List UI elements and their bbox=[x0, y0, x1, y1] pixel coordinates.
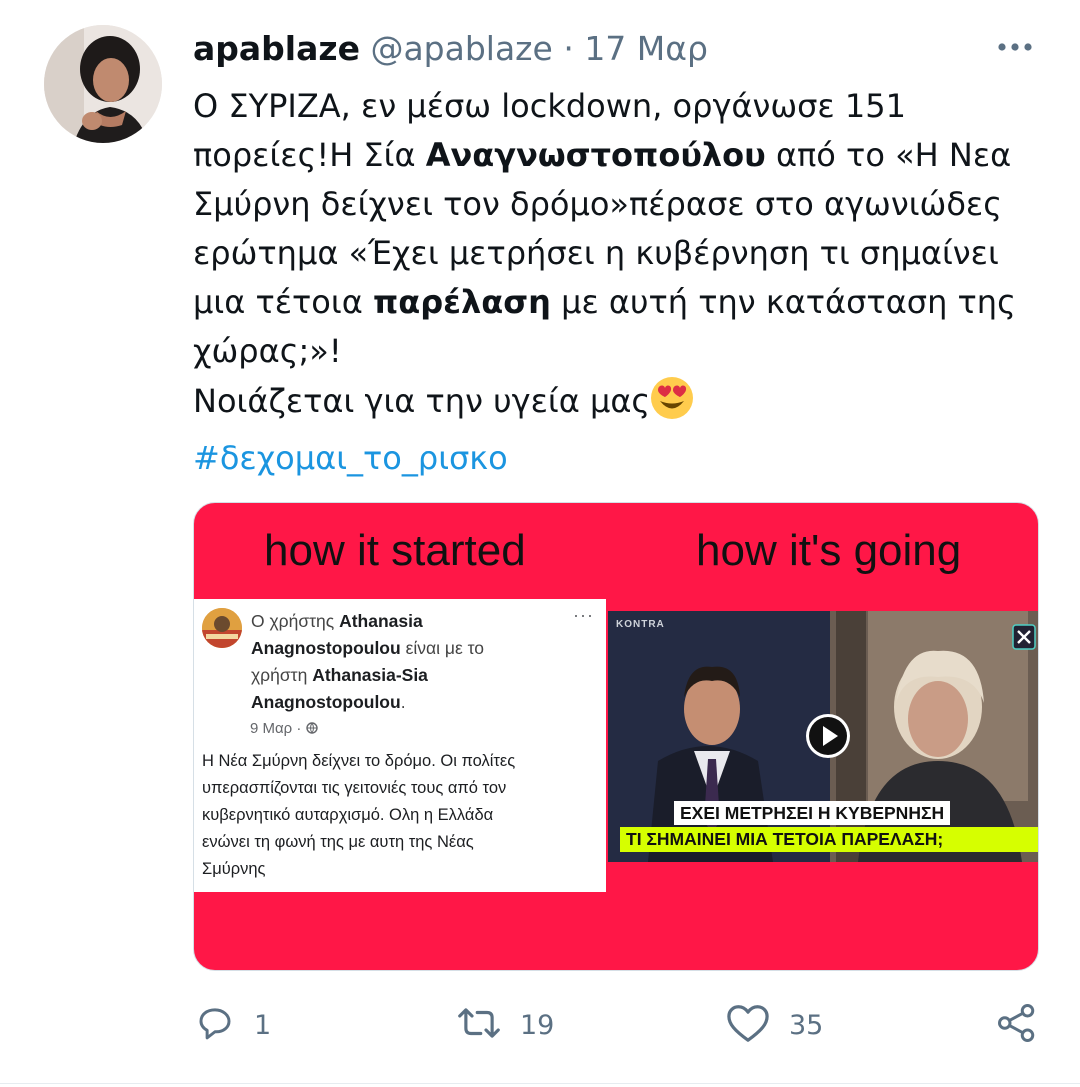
heart-eyes-emoji-icon bbox=[650, 376, 694, 434]
reply-count: 1 bbox=[254, 1009, 272, 1041]
chyron-line-2: ΤΙ ΣΗΜΑΙΝΕΙ ΜΙΑ ΤΕΤΟΙΑ ΠΑΡΕΛΑΣΗ; bbox=[620, 827, 1038, 852]
user-handle[interactable]: @apablaze bbox=[370, 29, 552, 68]
media-card[interactable]: how it started how it's going Ο χρήστης … bbox=[193, 502, 1039, 971]
caption-right: how it's going bbox=[696, 526, 962, 575]
display-name[interactable]: apablaze bbox=[193, 29, 360, 68]
reply-icon bbox=[194, 1002, 236, 1048]
avatar-photo bbox=[44, 25, 162, 143]
avatar[interactable] bbox=[44, 25, 162, 143]
like-count: 35 bbox=[789, 1009, 824, 1041]
share-icon bbox=[996, 1002, 1038, 1048]
share-button[interactable] bbox=[996, 1000, 1038, 1050]
tweet-text-line: Ο ΣΥΡΙΖΑ, εν μέσω lockdown, οργάνωσε 151 bbox=[193, 87, 906, 125]
globe-icon bbox=[305, 720, 318, 737]
tweet: apablaze @apablaze · 17 Μαρ Ο ΣΥΡΙΖΑ, εν… bbox=[0, 0, 1080, 1087]
close-icon[interactable] bbox=[1012, 624, 1036, 650]
channel-logo: KONTRA bbox=[616, 619, 665, 630]
tweet-text-line: πορείες!Η Σία Αναγνωστοπούλου από το «Η … bbox=[193, 136, 1012, 174]
retweet-icon bbox=[456, 1002, 502, 1048]
tweet-text-line: ερώτημα «Έχει μετρήσει η κυβέρνηση τι ση… bbox=[193, 234, 999, 272]
hashtag-link[interactable]: #δεχομαι_το_ρισκο bbox=[193, 434, 1043, 483]
bold-name: Αναγνωστοπούλου bbox=[425, 136, 766, 174]
video-still[interactable]: KONTRA ΕΧΕΙ ΜΕΤΡΗΣΕΙ Η ΚΥΒΕΡΝΗΣΗ ΤΙ ΣΗΜΑ… bbox=[608, 611, 1038, 862]
caption-left: how it started bbox=[264, 526, 526, 575]
tweet-text-line: Σμύρνη δείχνει τον δρόμο»πέρασε στο αγων… bbox=[193, 185, 1002, 223]
tweet-text-line: Νοιάζεται για την υγεία μας bbox=[193, 376, 1043, 434]
tweet-date[interactable]: 17 Μαρ bbox=[584, 29, 708, 68]
chyron-line-1: ΕΧΕΙ ΜΕΤΡΗΣΕΙ Η ΚΥΒΕΡΝΗΣΗ bbox=[674, 801, 951, 825]
facebook-post-screenshot: Ο χρήστης Athanasia Anagnostopoulou είνα… bbox=[194, 599, 606, 892]
tweet-text: Ο ΣΥΡΙΖΑ, εν μέσω lockdown, οργάνωσε 151… bbox=[193, 82, 1043, 483]
play-button-icon[interactable] bbox=[805, 713, 851, 759]
more-icon[interactable] bbox=[996, 32, 1036, 62]
separator-dot: · bbox=[563, 29, 574, 68]
divider bbox=[0, 1083, 1080, 1084]
fb-more-icon: ··· bbox=[573, 605, 594, 625]
tweet-text-line: χώρας;»! bbox=[193, 332, 342, 370]
tweet-header: apablaze @apablaze · 17 Μαρ bbox=[193, 26, 708, 72]
fb-header: Ο χρήστης Athanasia Anagnostopoulou είνα… bbox=[251, 611, 485, 712]
retweet-button[interactable]: 19 bbox=[456, 1000, 554, 1050]
fb-avatar bbox=[202, 608, 242, 648]
retweet-count: 19 bbox=[520, 1009, 555, 1041]
like-button[interactable]: 35 bbox=[725, 1000, 823, 1050]
fb-post-text: Η Νέα Σμύρνη δείχνει το δρόμο. Οι πολίτε… bbox=[202, 752, 516, 878]
tweet-text-line: μια τέτοια παρέλαση με αυτή την κατάστασ… bbox=[193, 283, 1016, 321]
fb-date: 9 Μαρ · bbox=[250, 720, 318, 737]
heart-icon bbox=[725, 1002, 771, 1048]
bold-word: παρέλαση bbox=[372, 283, 551, 321]
reply-button[interactable]: 1 bbox=[194, 1000, 271, 1050]
